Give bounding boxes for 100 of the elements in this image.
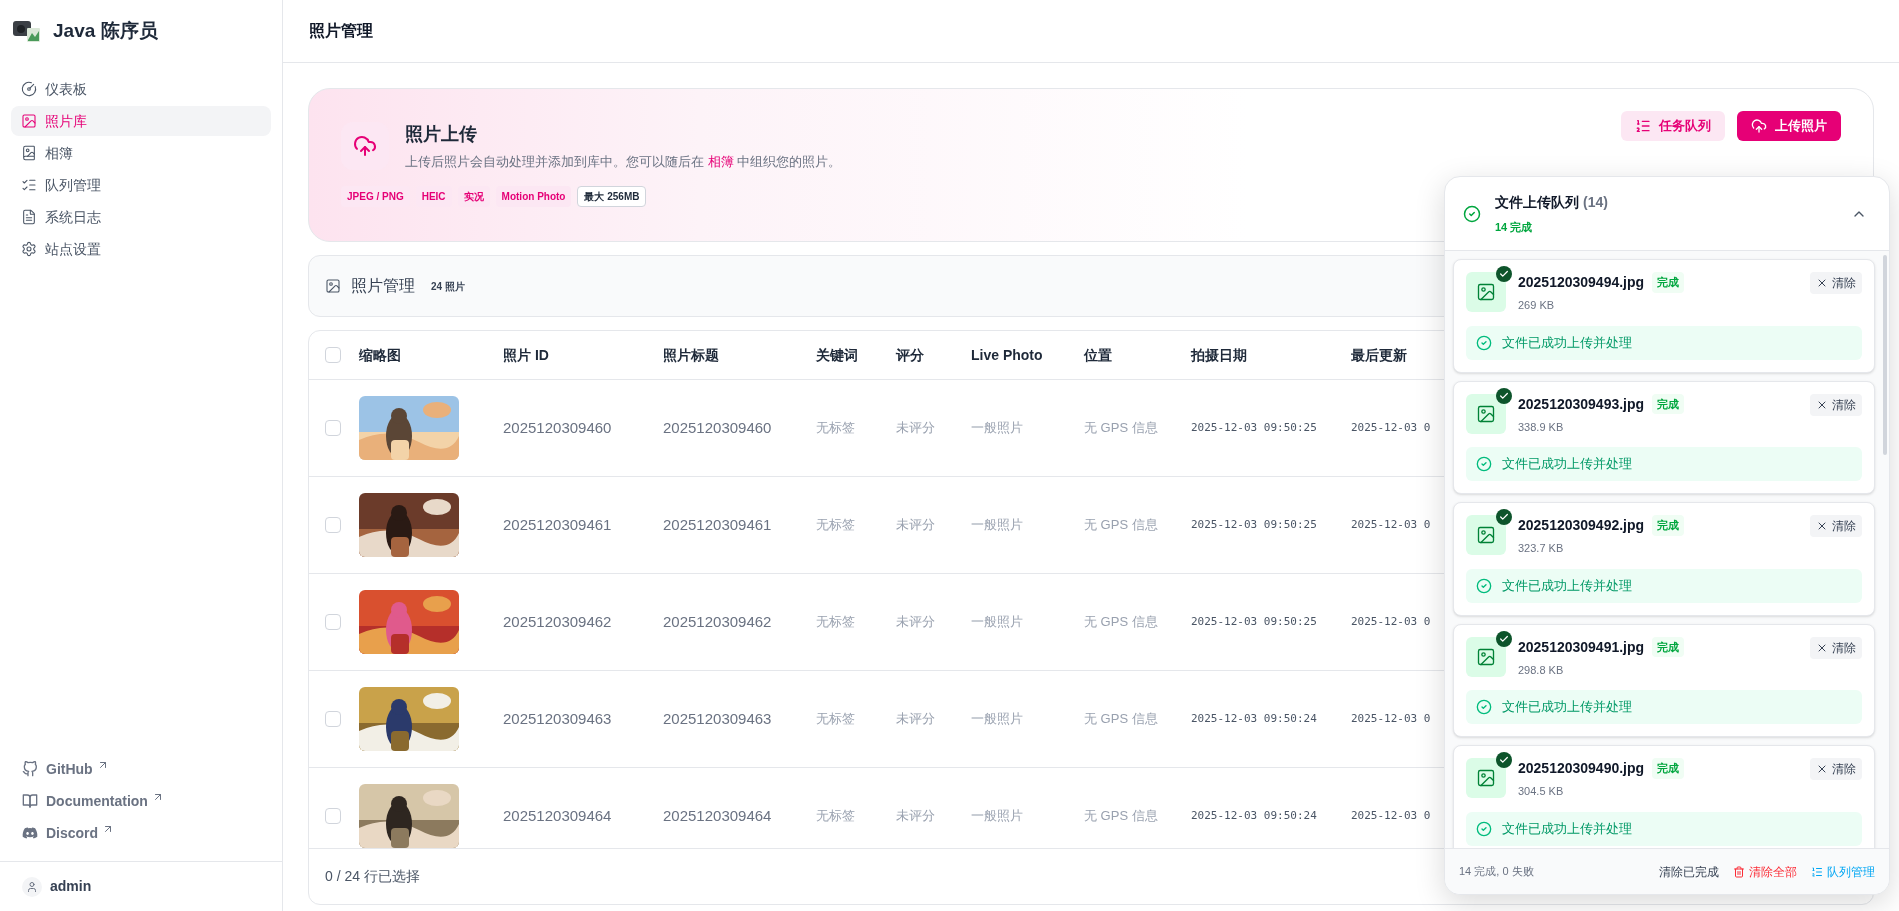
table-cell-text: 无标签 (816, 613, 855, 632)
status-badge: 完成 (1652, 758, 1685, 779)
table-cell-text: 2025120309464 (503, 805, 612, 826)
clear-button[interactable]: 清除 (1810, 758, 1862, 780)
format-tag: Motion Photo (495, 185, 572, 207)
book-icon (21, 145, 37, 161)
sidebar-item[interactable]: 照片库 (11, 106, 271, 136)
checkbox[interactable] (325, 711, 341, 727)
table-cell-text: 未评分 (896, 613, 935, 632)
message-text: 文件已成功上传并处理 (1502, 455, 1632, 474)
github-icon (22, 761, 38, 777)
status-badge: 完成 (1652, 393, 1685, 415)
file-size: 304.5 KB (1518, 784, 1565, 799)
column-header: 缩略图 (359, 345, 401, 365)
checkbox[interactable] (325, 347, 341, 363)
table-cell-text: 无标签 (816, 419, 855, 438)
sidebar-label: 仪表板 (45, 79, 87, 99)
table-cell-text: 无 GPS 信息 (1084, 419, 1158, 438)
clear-button[interactable]: 清除 (1810, 272, 1862, 294)
status-badge: 完成 (1652, 272, 1685, 293)
document-icon (21, 209, 37, 225)
check-circle-icon (1476, 456, 1492, 472)
clear-button[interactable]: 清除 (1810, 636, 1862, 659)
table-cell-text: 无 GPS 信息 (1084, 516, 1158, 535)
file-name: 2025120309493.jpg (1518, 394, 1645, 414)
brand-name: Java 陈序员 (53, 19, 158, 44)
table-cell-text: 2025-12-03 0 (1351, 807, 1431, 824)
file-size: 298.8 KB (1518, 662, 1565, 678)
clear-button[interactable]: 清除 (1810, 515, 1862, 537)
sidebar-item[interactable]: 队列管理 (11, 170, 271, 200)
check-circle-icon (1476, 577, 1492, 594)
user-name: admin (50, 877, 92, 896)
sidebar-label: 照片库 (45, 111, 87, 131)
clear-button[interactable]: 清除 (1810, 393, 1862, 416)
column-header: 关键词 (816, 345, 858, 365)
file-name: 2025120309494.jpg (1518, 273, 1645, 292)
message-text: 文件已成功上传并处理 (1502, 819, 1632, 838)
table-cell-text: 无标签 (816, 516, 855, 535)
upload-description: 上传后照片会自动处理并添加到库中。您可以随后在 相簿 中组织您的照片。 (405, 153, 842, 171)
sidebar-label: 系统日志 (45, 207, 101, 227)
table-cell-text: 2025-12-03 0 (1351, 613, 1431, 630)
settings-icon (21, 241, 37, 257)
clear-completed-button[interactable]: 清除已完成 (1659, 862, 1719, 881)
file-name: 2025120309492.jpg (1518, 516, 1645, 535)
file-size: 323.7 KB (1518, 541, 1565, 556)
checklist-icon (21, 177, 37, 193)
queue-summary: 14 完成 (1495, 219, 1534, 235)
check-circle-icon (1476, 820, 1492, 837)
upload-button[interactable]: 上传照片 (1737, 111, 1841, 141)
queue-stats: 14 完成, 0 失败 (1459, 864, 1535, 880)
file-size: 269 KB (1518, 298, 1556, 313)
table-cell-text: 2025120309460 (503, 417, 612, 438)
queue-button[interactable]: 任务队列 (1621, 111, 1725, 141)
check-circle-icon (1476, 334, 1492, 351)
table-cell-text: 2025120309463 (663, 708, 772, 729)
checkbox[interactable] (325, 420, 341, 436)
table-cell-text: 无 GPS 信息 (1084, 807, 1158, 826)
image-icon (21, 113, 37, 129)
table-cell-text: 2025-12-03 09:50:24 (1191, 710, 1317, 727)
table-cell-text: 未评分 (896, 419, 935, 438)
list-icon (1811, 865, 1823, 878)
column-header: 评分 (896, 345, 924, 365)
success-icon (1463, 204, 1481, 223)
image-icon (325, 278, 341, 294)
checkbox[interactable] (325, 614, 341, 630)
section-title: 照片管理 (351, 276, 415, 296)
external-link[interactable]: Documentation (22, 789, 260, 813)
table-cell-text: 未评分 (896, 710, 935, 729)
discord-icon (22, 825, 38, 841)
external-link[interactable]: GitHub (22, 757, 260, 781)
column-header: 照片标题 (663, 345, 719, 365)
trash-icon (1733, 865, 1745, 878)
sidebar-item[interactable]: 站点设置 (11, 234, 271, 264)
upload-icon (1751, 118, 1767, 134)
close-icon (1816, 763, 1828, 775)
checkbox[interactable] (325, 808, 341, 824)
table-cell-text: 无 GPS 信息 (1084, 613, 1158, 632)
table-cell-text: 未评分 (896, 807, 935, 826)
table-cell-text: 2025120309463 (503, 708, 612, 729)
column-header: Live Photo (971, 345, 1043, 365)
logo-icon (13, 20, 41, 43)
table-cell-text: 2025-12-03 09:50:25 (1191, 419, 1317, 436)
table-cell-text: 2025120309461 (663, 514, 772, 535)
sidebar-label: 队列管理 (45, 175, 101, 195)
table-cell-text: 2025120309460 (663, 417, 772, 438)
albums-link[interactable]: 相簿 (707, 154, 734, 169)
sidebar-item[interactable]: 相簿 (11, 138, 271, 168)
status-badge: 完成 (1652, 515, 1685, 536)
file-name: 2025120309491.jpg (1518, 637, 1645, 657)
book-icon (22, 793, 38, 809)
table-cell-text: 2025-12-03 0 (1351, 710, 1431, 727)
checkbox[interactable] (325, 517, 341, 533)
clear-all-button[interactable]: 清除全部 (1733, 862, 1797, 881)
selection-status: 0 / 24 行已选择 (325, 867, 420, 886)
sidebar-item[interactable]: 系统日志 (11, 202, 271, 232)
table-cell-text: 2025120309464 (663, 805, 772, 826)
table-cell-text: 无标签 (816, 710, 855, 729)
sidebar-item[interactable]: 仪表板 (11, 74, 271, 104)
external-link[interactable]: Discord (22, 821, 260, 845)
image-icon (1476, 646, 1496, 667)
